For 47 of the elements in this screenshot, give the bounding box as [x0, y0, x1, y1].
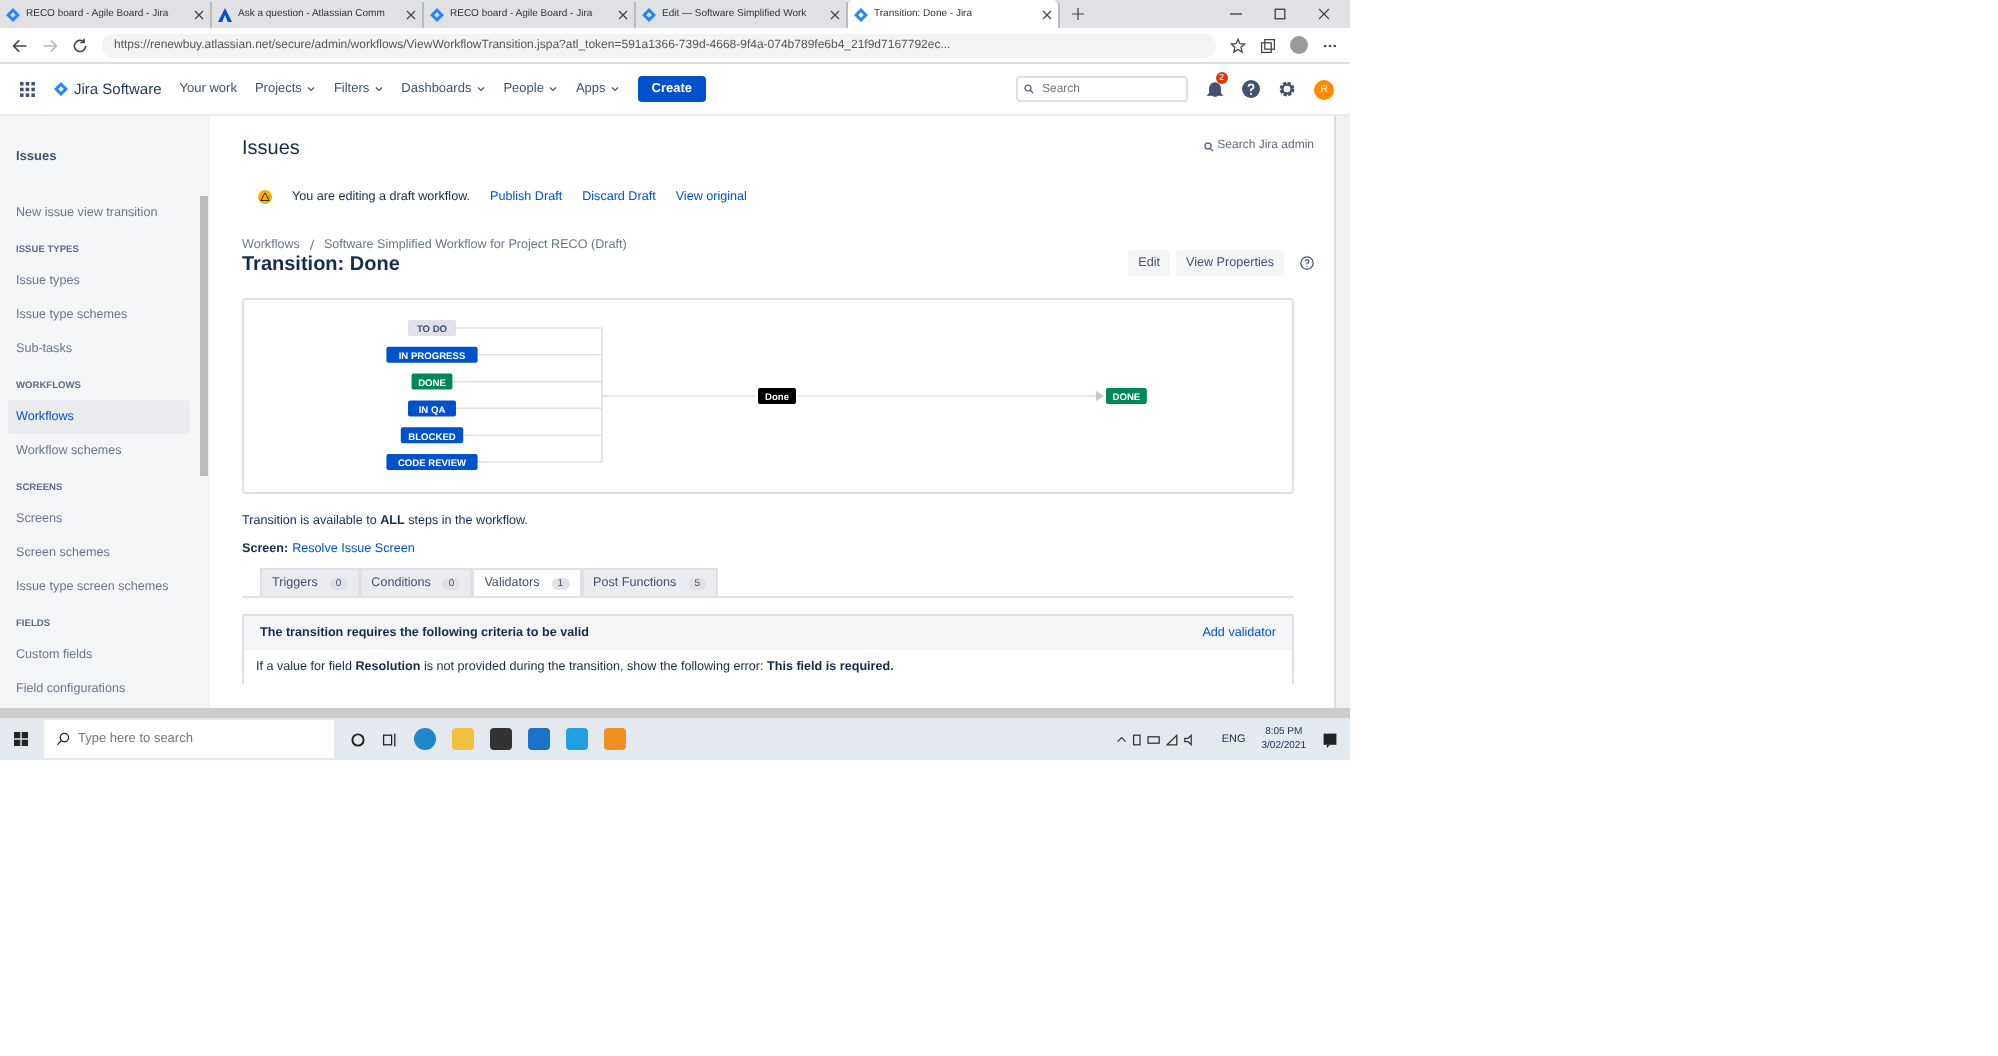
chevron-down-icon — [475, 84, 486, 94]
help-icon[interactable] — [1300, 256, 1314, 270]
diamond-icon — [6, 7, 20, 21]
close-icon[interactable] — [1042, 9, 1052, 19]
page-heading: Issues — [242, 138, 300, 160]
close-icon[interactable] — [406, 9, 416, 19]
scrollbar[interactable] — [0, 708, 1350, 718]
chevron-down-icon — [305, 84, 316, 94]
windows-logo-icon[interactable] — [14, 732, 28, 746]
diamond-icon — [854, 7, 868, 21]
search-icon — [1024, 84, 1034, 94]
scrollbar[interactable] — [1334, 116, 1350, 708]
triangle-icon — [218, 7, 232, 21]
chevron-down-icon — [547, 84, 558, 94]
profile-icon[interactable] — [1290, 36, 1308, 54]
close-icon[interactable] — [618, 9, 628, 19]
bag-icon[interactable] — [490, 728, 512, 750]
chevron-down-icon — [609, 84, 620, 94]
reload-icon[interactable] — [72, 37, 88, 53]
transition-title: Transition: Done — [242, 254, 402, 276]
diamond-icon — [430, 7, 444, 21]
chevron-down-icon — [373, 84, 384, 94]
envelope-icon[interactable] — [528, 728, 550, 750]
bell-icon[interactable] — [1206, 80, 1224, 98]
plus-icon[interactable] — [1072, 8, 1084, 20]
close-icon[interactable] — [194, 9, 204, 19]
breadcrumb-separator — [307, 238, 316, 252]
back-icon[interactable] — [12, 37, 28, 53]
minimize-icon[interactable] — [1230, 8, 1242, 20]
search-icon — [1203, 141, 1214, 151]
diamond-icon — [642, 7, 656, 21]
scrollbar[interactable] — [200, 196, 208, 476]
app-grid-icon[interactable] — [20, 81, 36, 97]
close-icon[interactable] — [830, 9, 840, 19]
search-icon — [56, 732, 70, 746]
task-view-icon[interactable] — [382, 731, 398, 747]
circle-icon[interactable] — [350, 731, 366, 747]
settings-icon[interactable] — [1278, 80, 1296, 98]
diamond-icon — [54, 82, 68, 96]
collections-icon[interactable] — [1260, 37, 1276, 53]
close-icon[interactable] — [1318, 8, 1330, 20]
help-icon[interactable] — [1242, 80, 1260, 98]
maximize-icon[interactable] — [1274, 8, 1286, 20]
browser-icon[interactable] — [414, 728, 436, 750]
warning-icon — [258, 190, 272, 204]
star-icon[interactable] — [1230, 37, 1246, 53]
notification-center-icon[interactable] — [1322, 731, 1338, 747]
